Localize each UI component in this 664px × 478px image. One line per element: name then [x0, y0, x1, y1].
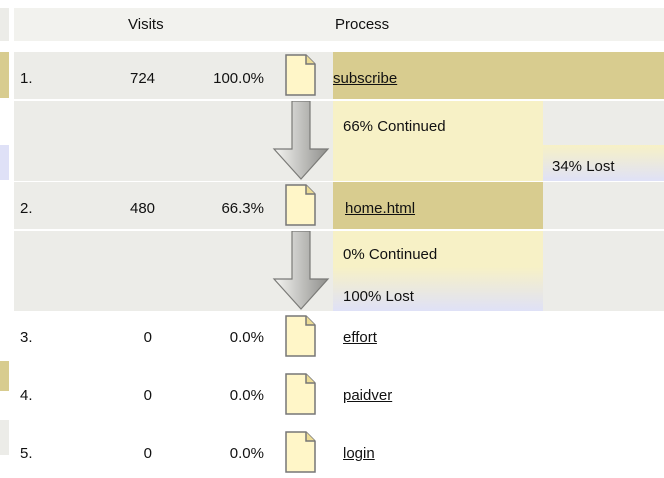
row-index: 3. [20, 329, 33, 346]
down-arrow-icon [270, 100, 332, 183]
page-link[interactable]: home.html [345, 200, 415, 217]
row-index: 4. [20, 387, 33, 404]
continued-label: 66% Continued [343, 118, 446, 135]
visits-count: 0 [143, 387, 152, 404]
continued-label: 0% Continued [343, 246, 438, 263]
document-icon [282, 53, 318, 97]
visits-percent: 0.0% [229, 445, 264, 462]
lost-label: 100% Lost [343, 288, 414, 305]
report-title-clipped [0, 0, 664, 2]
visits-count: 0 [143, 445, 152, 462]
document-icon [282, 372, 318, 416]
process-column-header: Process [335, 16, 390, 33]
visits-percent: 66.3% [221, 200, 264, 217]
visits-column-header: Visits [128, 16, 164, 33]
visits-count: 0 [143, 329, 152, 346]
document-icon [282, 183, 318, 227]
left-edge-cell [0, 145, 9, 180]
left-edge-cell [0, 361, 9, 391]
row-index: 2. [20, 200, 33, 217]
left-edge-cell [0, 52, 9, 98]
visits-percent: 100.0% [213, 70, 264, 87]
lost-label: 34% Lost [552, 158, 615, 175]
continued-cell-overlay [333, 101, 543, 181]
visits-percent: 0.0% [229, 387, 264, 404]
page-link[interactable]: subscribe [333, 70, 397, 87]
left-edge-cell [0, 420, 9, 455]
page-link[interactable]: effort [343, 329, 377, 346]
visits-count: 480 [130, 200, 156, 217]
left-edge-cell [0, 8, 9, 41]
row-index: 1. [20, 70, 33, 87]
page-link[interactable]: login [343, 445, 375, 462]
down-arrow-icon [270, 230, 332, 313]
visits-count: 724 [130, 70, 156, 87]
visits-percent: 0.0% [229, 329, 264, 346]
document-icon [282, 314, 318, 358]
page-link[interactable]: paidver [343, 387, 392, 404]
document-icon [282, 430, 318, 474]
row-index: 5. [20, 445, 33, 462]
